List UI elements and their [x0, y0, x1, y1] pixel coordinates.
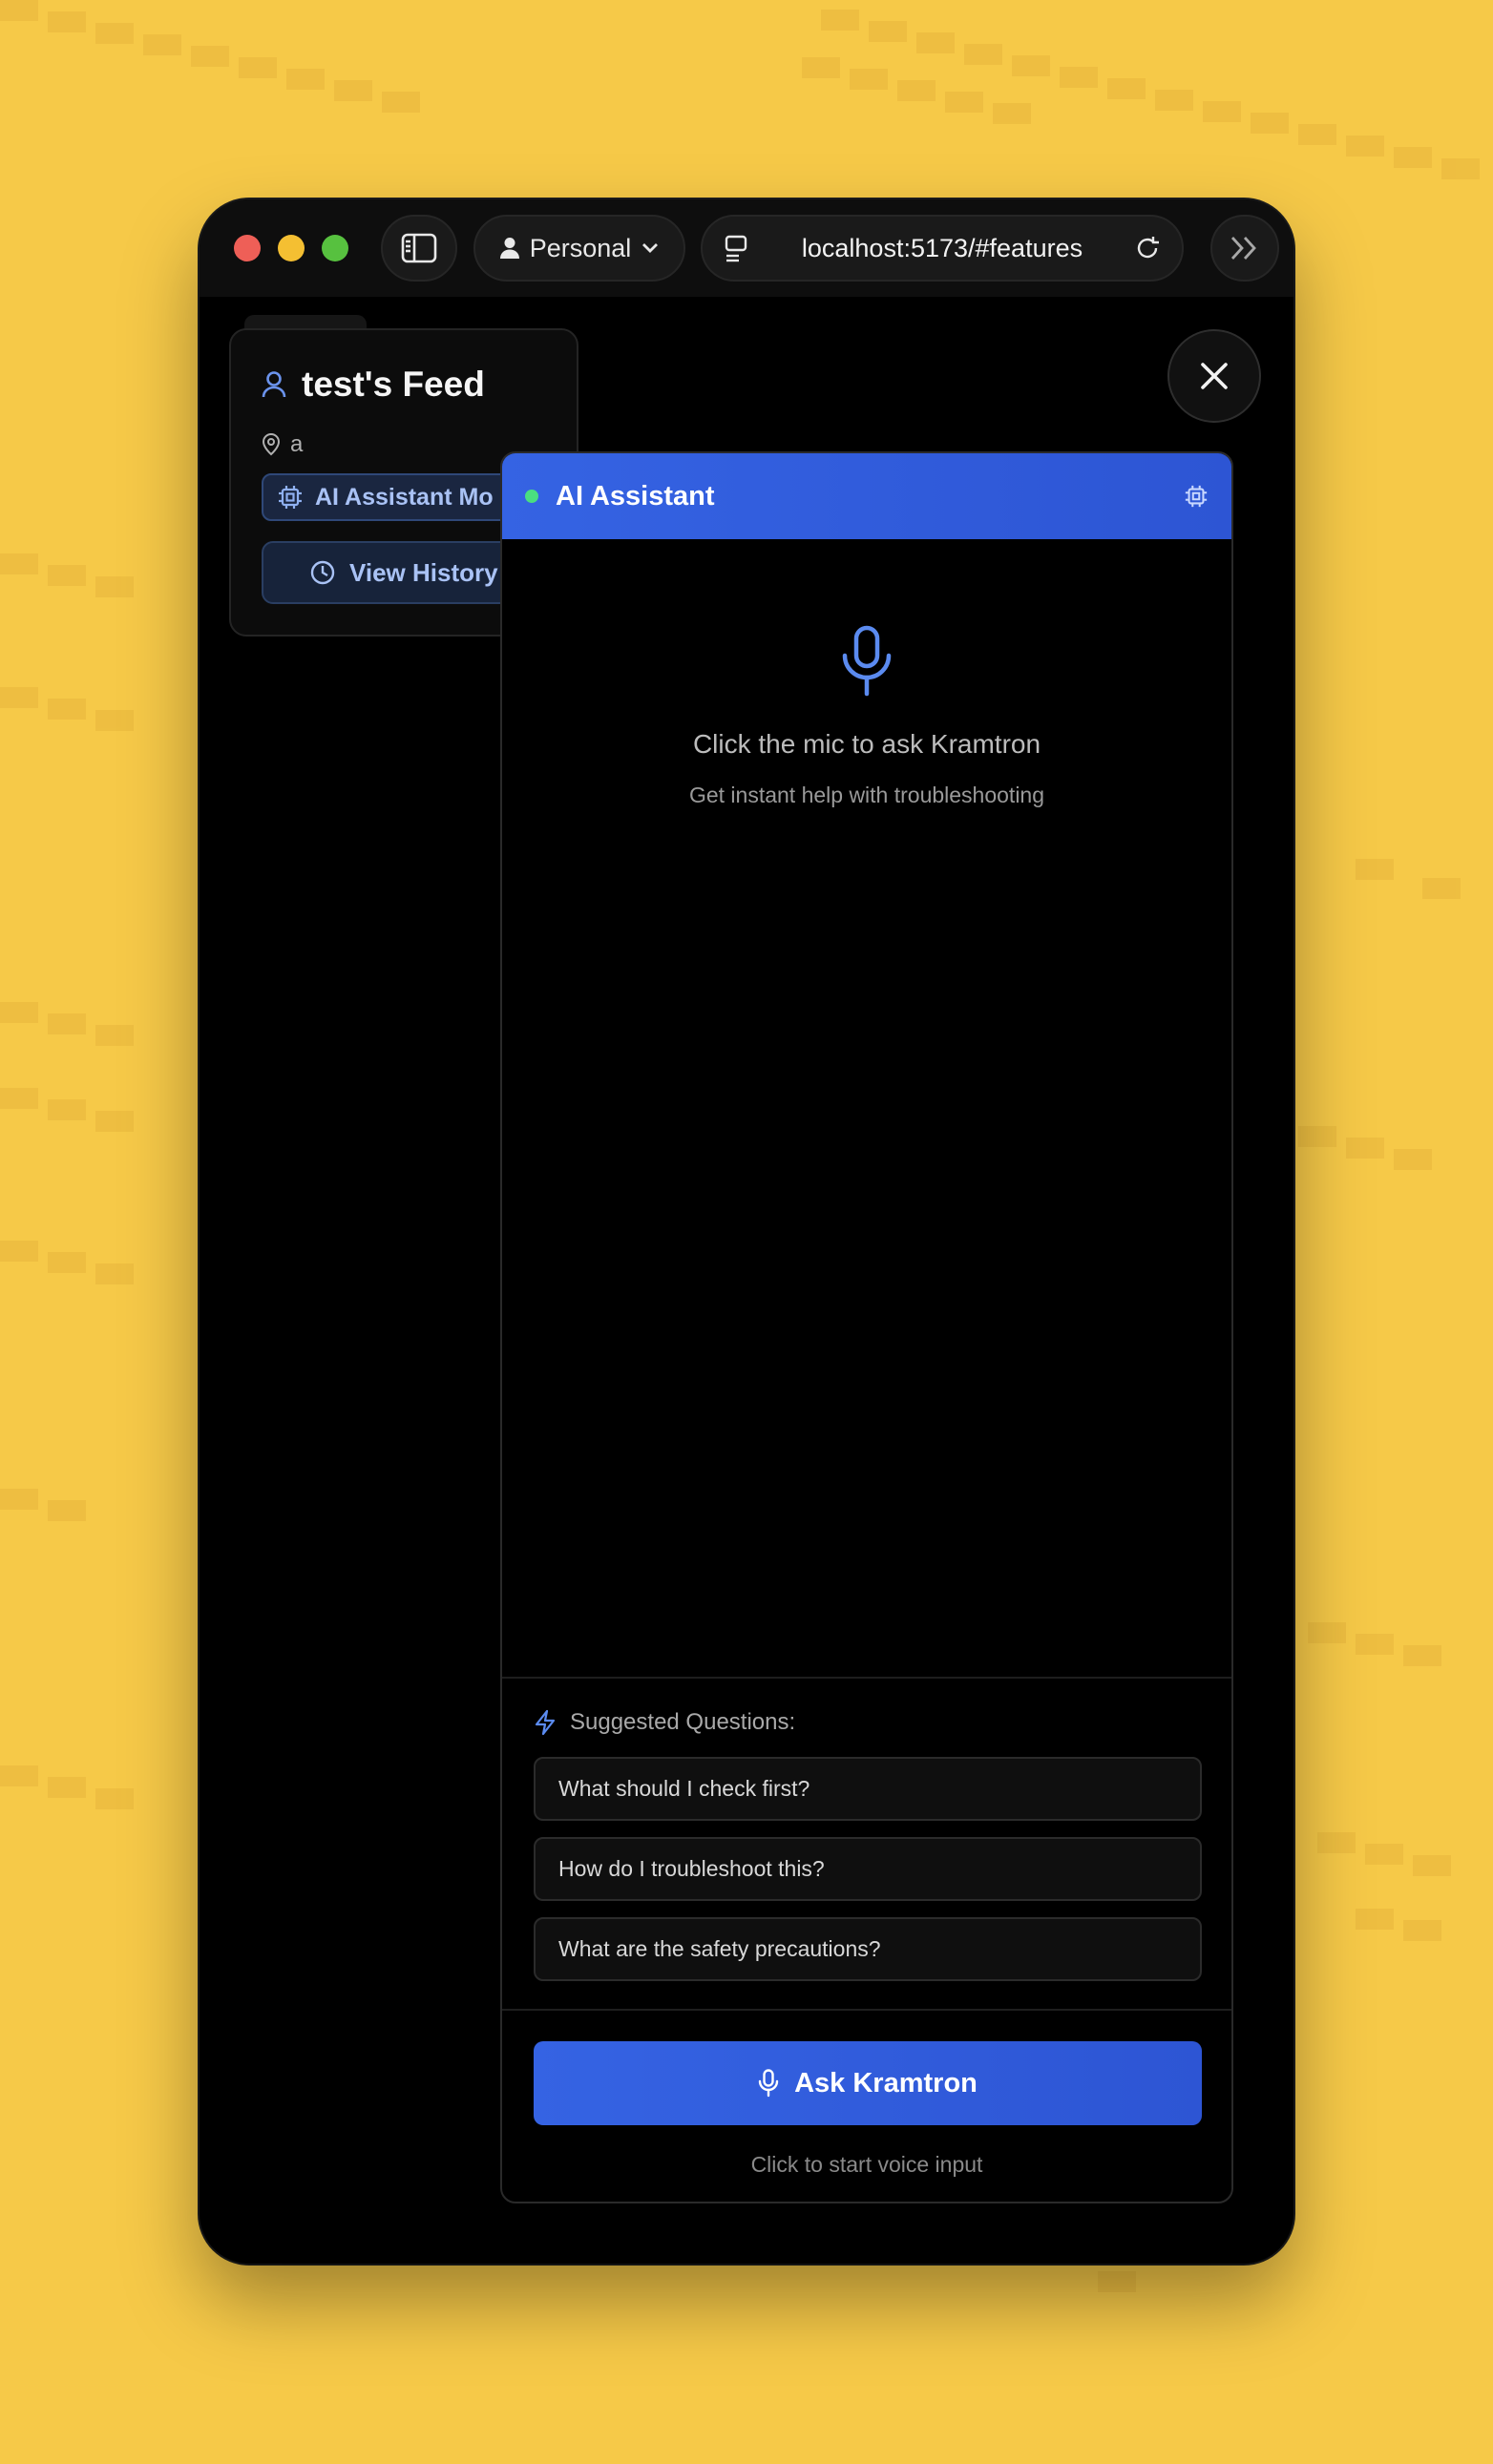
- ai-assistant-panel: AI Assistant Click the mic to ask Kramtr…: [500, 451, 1233, 2203]
- forward-button[interactable]: [1210, 215, 1279, 282]
- feed-location-text: a: [290, 431, 304, 457]
- site-settings-icon: [725, 235, 747, 262]
- suggested-questions-text: Suggested Questions:: [570, 1709, 796, 1735]
- suggested-question[interactable]: How do I troubleshoot this?: [534, 1837, 1202, 1901]
- clock-icon: [310, 560, 335, 585]
- empty-state: Click the mic to ask Kramtron Get instan…: [502, 625, 1231, 808]
- close-icon: [1201, 363, 1228, 389]
- person-icon: [499, 238, 519, 259]
- profile-selector[interactable]: Personal: [473, 215, 685, 282]
- minimize-window-button[interactable]: [278, 235, 305, 261]
- map-pin-icon: [262, 433, 281, 456]
- microphone-icon: [758, 2069, 779, 2098]
- assistant-title: AI Assistant: [556, 480, 715, 512]
- close-assistant-button[interactable]: [1167, 329, 1261, 423]
- close-window-button[interactable]: [234, 235, 261, 261]
- sidebar-icon: [401, 233, 437, 263]
- reload-icon[interactable]: [1134, 235, 1161, 261]
- view-history-label: View History: [349, 557, 498, 587]
- feed-location: a: [262, 431, 303, 458]
- voice-input-hint: Click to start voice input: [750, 2152, 983, 2177]
- empty-state-subtitle: Get instant help with troubleshooting: [688, 783, 1045, 807]
- chevron-down-icon: [642, 243, 659, 253]
- user-icon: [262, 371, 286, 398]
- assistant-header: AI Assistant: [502, 453, 1231, 539]
- feed-title-text: test's Feed: [302, 365, 485, 404]
- browser-window: Personal localhost:5173/#features test's…: [200, 199, 1293, 2264]
- suggested-question[interactable]: What should I check first?: [534, 1757, 1202, 1821]
- status-indicator: [525, 490, 538, 503]
- lightning-icon: [535, 1709, 556, 1736]
- url-text: localhost:5173/#features: [801, 233, 1083, 262]
- maximize-window-button[interactable]: [322, 235, 348, 261]
- suggested-question[interactable]: What are the safety precautions?: [534, 1917, 1202, 1981]
- feed-title: test's Feed: [262, 365, 485, 405]
- suggested-questions-label: Suggested Questions:: [534, 1709, 795, 1736]
- profile-label: Personal: [529, 233, 632, 262]
- empty-state-title: Click the mic to ask Kramtron: [692, 729, 1041, 759]
- microphone-icon: [842, 625, 892, 697]
- browser-titlebar: Personal localhost:5173/#features: [200, 199, 1293, 297]
- divider: [502, 2009, 1231, 2011]
- ai-mode-label: AI Assistant Mo: [315, 483, 494, 511]
- chevrons-right-icon: [1230, 237, 1256, 260]
- url-bar[interactable]: localhost:5173/#features: [701, 215, 1184, 282]
- ask-button-label: Ask Kramtron: [794, 2067, 978, 2099]
- cpu-icon: [279, 486, 302, 509]
- divider: [502, 1677, 1231, 1679]
- cpu-icon[interactable]: [1184, 484, 1209, 509]
- sidebar-toggle-button[interactable]: [381, 215, 457, 282]
- ask-kramtron-button[interactable]: Ask Kramtron: [534, 2041, 1202, 2125]
